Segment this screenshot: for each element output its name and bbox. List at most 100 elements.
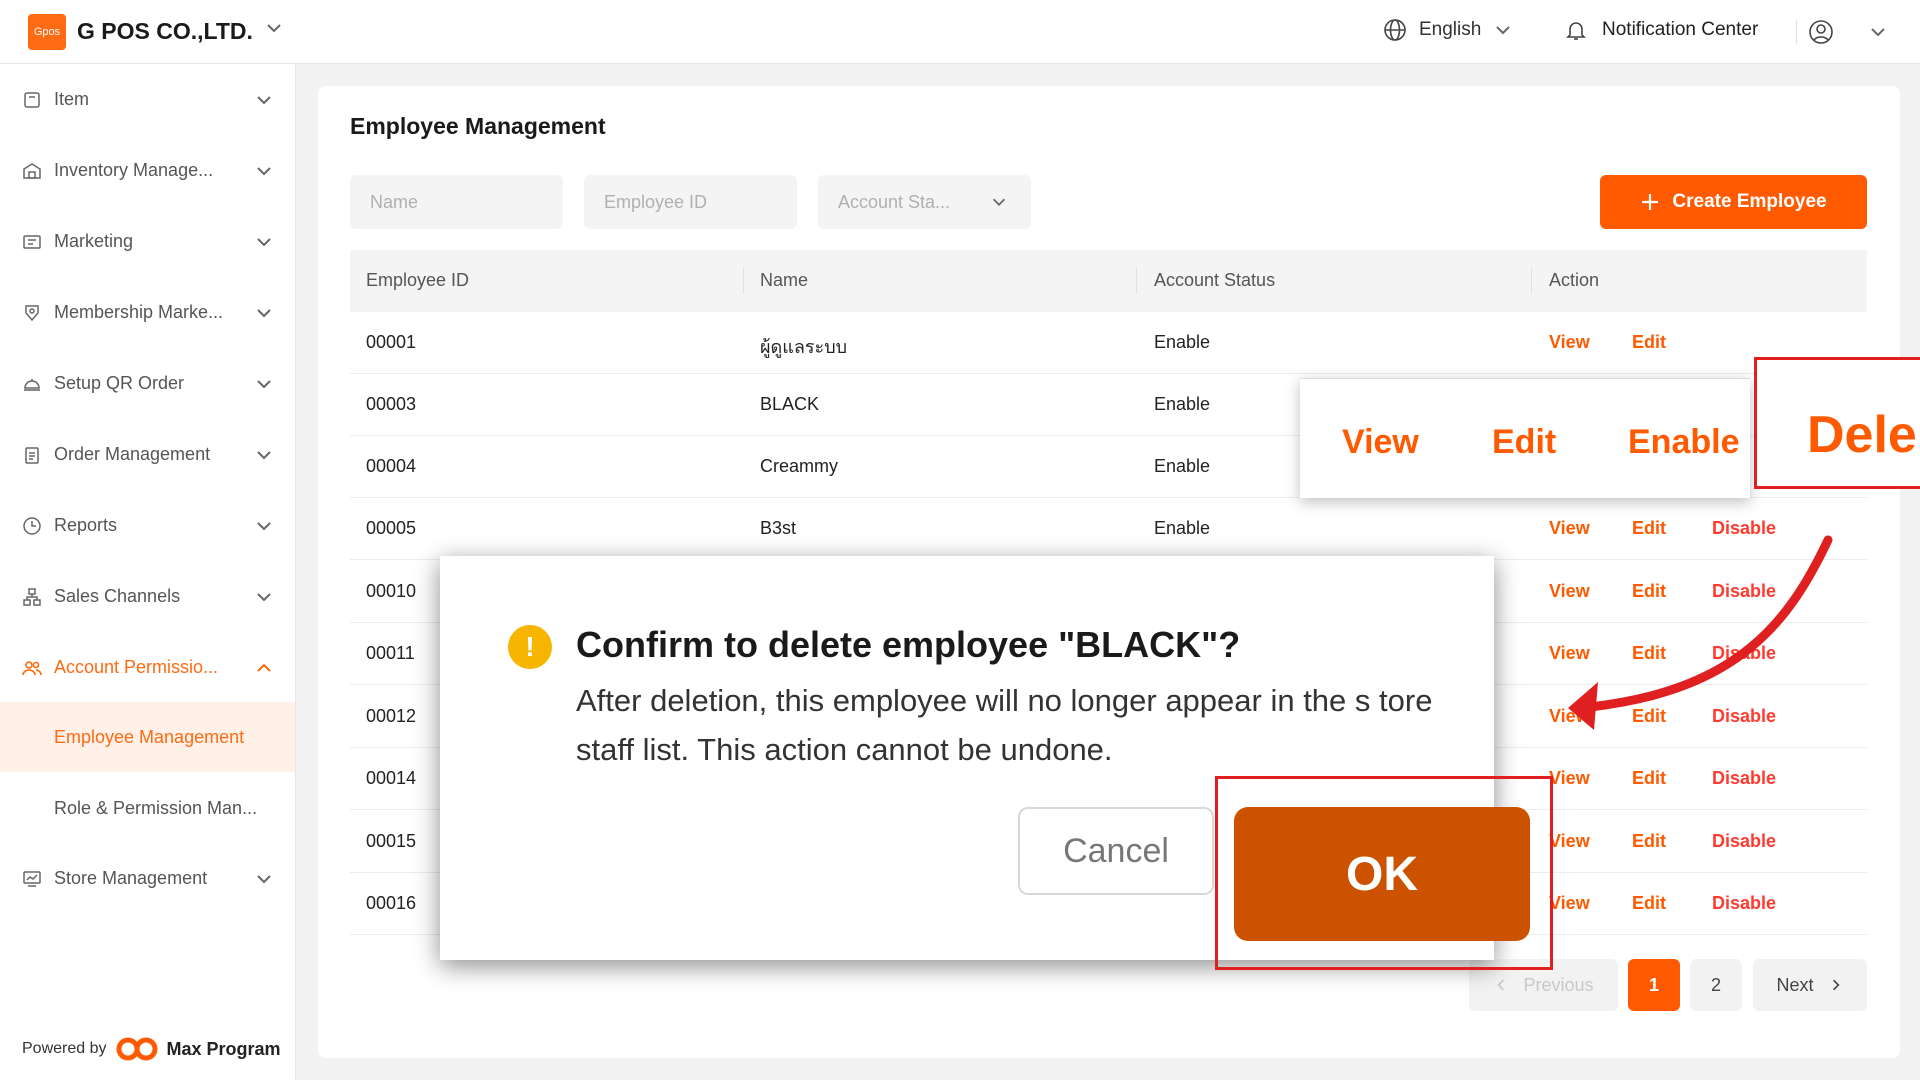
edit-link[interactable]: Edit [1632,581,1666,602]
account-status-placeholder: Account Sta... [838,192,951,212]
powered-by: Powered by Max Program [22,1036,281,1062]
page-button-1[interactable]: 1 [1628,959,1680,1011]
column-header: Employee ID [366,270,470,290]
chevron-down-icon [992,198,1006,206]
previous-label: Previous [1523,974,1594,995]
sidebar-item-label: Setup QR Order [54,373,185,393]
user-menu[interactable] [1808,19,1888,45]
sidebar-item-inventory[interactable]: Inventory Manage... [0,143,295,199]
sidebar-item-role-permission[interactable]: Role & Permission Man... [0,773,295,843]
name-filter-input[interactable]: Name [350,175,563,229]
column-header: Account Status [1154,270,1276,290]
user-avatar-icon [1809,20,1833,44]
chevron-down-icon [257,309,271,318]
sidebar-subitem-label: Employee Management [54,727,245,747]
view-link[interactable]: View [1549,893,1590,914]
plus-icon [1642,194,1659,210]
view-link[interactable]: View [1549,831,1590,852]
warning-icon: ! [508,625,552,669]
membership-icon [25,305,39,322]
disable-link[interactable]: Disable [1712,581,1776,602]
company-name[interactable]: G POS CO.,LTD. [77,18,253,45]
employee-id-cell: 00012 [366,706,417,726]
create-employee-label: Create Employee [1672,191,1827,212]
sidebar-item-label: Marketing [54,231,134,251]
powered-by-brand: Max Program [166,1038,281,1059]
edit-link[interactable]: Edit [1632,332,1666,353]
sidebar-item-membership[interactable]: Membership Marke... [0,285,295,341]
disable-link[interactable]: Disable [1712,768,1776,789]
notification-center[interactable]: Notification Center [1564,18,1758,42]
sidebar-item-reports[interactable]: Reports [0,498,295,554]
view-link[interactable]: View [1549,332,1590,353]
employee-id-cell: 00001 [366,332,417,352]
disable-link[interactable]: Disable [1712,706,1776,727]
view-link[interactable]: View [1549,518,1590,539]
disable-link[interactable]: Disable [1712,831,1776,852]
employee-id-filter-input[interactable]: Employee ID [584,175,797,229]
employee-name-cell: Creammy [760,456,839,476]
employee-id-cell: 00003 [366,394,417,414]
account-status-cell: Enable [1154,518,1211,538]
chevron-down-icon [257,875,271,884]
globe-icon [1384,19,1406,41]
employee-id-cell: 00016 [366,893,417,913]
language-selector[interactable]: English [1383,18,1513,42]
users-icon [22,661,42,676]
bell-icon [1566,22,1586,40]
page-button-2[interactable]: 2 [1690,959,1742,1011]
sidebar: Item Inventory Manage... Marketing Membe… [0,64,296,1080]
employee-id-cell: 00014 [366,768,417,788]
disable-link[interactable]: Disable [1712,643,1776,664]
sidebar-item-order-management[interactable]: Order Management [0,427,295,483]
edit-link[interactable]: Edit [1632,831,1666,852]
chevron-up-icon [257,663,271,672]
sidebar-item-label: Store Management [54,868,208,888]
edit-link[interactable]: Edit [1632,768,1666,789]
account-status-cell: Enable [1154,394,1211,414]
channels-icon [23,588,41,606]
disable-link[interactable]: Disable [1712,893,1776,914]
cancel-button[interactable]: Cancel [1018,807,1214,895]
column-header: Name [760,270,809,290]
cloche-icon [24,379,40,391]
view-link[interactable]: View [1549,581,1590,602]
ok-button[interactable]: OK [1234,807,1530,941]
sidebar-item-sales-channels[interactable]: Sales Channels [0,569,295,625]
table-header: Employee ID Name Account Status Action [350,250,1867,312]
chevron-down-icon [257,167,271,176]
zoom-callout: View Edit Enable [1300,378,1750,498]
chevron-down-icon [1871,28,1885,37]
edit-link[interactable]: Edit [1632,643,1666,664]
account-status-select[interactable]: Account Sta... [818,175,1031,229]
sidebar-item-marketing[interactable]: Marketing [0,214,295,270]
edit-link[interactable]: Edit [1632,893,1666,914]
table-row: 00005 B3st Enable View Edit Disable [350,498,1867,560]
chevron-down-icon[interactable] [264,18,284,38]
sidebar-item-store-management[interactable]: Store Management [0,851,295,907]
sidebar-item-item[interactable]: Item [0,72,295,128]
employee-id-cell: 00010 [366,581,417,601]
clock-icon [23,517,41,535]
view-link[interactable]: View [1549,768,1590,789]
view-link[interactable]: View [1549,706,1590,727]
employee-id-cell: 00005 [366,518,417,538]
sidebar-item-qr-order[interactable]: Setup QR Order [0,356,295,412]
zoom-delete-label: Dele [1807,406,1917,464]
zoom-delete-highlight: Dele [1754,357,1920,489]
view-link[interactable]: View [1549,643,1590,664]
sidebar-item-account-permission[interactable]: Account Permissio... [0,640,295,696]
chevron-down-icon [1496,26,1511,35]
zoom-view-label: View [1342,423,1419,461]
language-label: English [1419,19,1482,40]
edit-link[interactable]: Edit [1632,706,1666,727]
employee-id-cell: 00004 [366,456,417,476]
edit-link[interactable]: Edit [1632,518,1666,539]
next-page-button[interactable]: Next [1753,959,1867,1011]
dialog-title: Confirm to delete employee "BLACK"? [576,624,1241,665]
sidebar-item-employee-management[interactable]: Employee Management [0,702,295,772]
top-bar: Gpos G POS CO.,LTD. English Notification… [0,0,1920,64]
disable-link[interactable]: Disable [1712,518,1776,539]
sidebar-item-label: Account Permissio... [54,657,219,677]
create-employee-button[interactable]: Create Employee [1600,175,1867,229]
